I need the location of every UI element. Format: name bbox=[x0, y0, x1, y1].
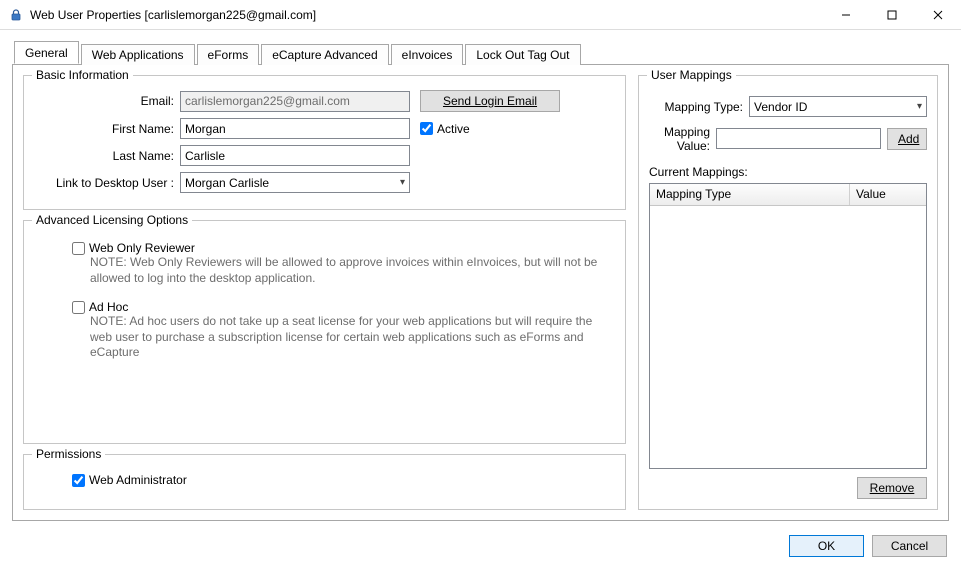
col-mapping-type[interactable]: Mapping Type bbox=[650, 184, 850, 205]
remove-mapping-label: Remove bbox=[870, 481, 915, 495]
active-checkbox-input[interactable] bbox=[420, 122, 433, 135]
legend-advanced-licensing: Advanced Licensing Options bbox=[32, 213, 192, 227]
web-administrator-input[interactable] bbox=[72, 474, 85, 487]
active-checkbox[interactable]: Active bbox=[420, 122, 566, 136]
tab-eforms[interactable]: eForms bbox=[197, 44, 260, 65]
adhoc-note: NOTE: Ad hoc users do not take up a seat… bbox=[90, 314, 609, 361]
mapping-value-label: Mapping Value: bbox=[649, 125, 716, 153]
mapping-type-value: Vendor ID bbox=[754, 100, 807, 114]
tab-lockout-tagout[interactable]: Lock Out Tag Out bbox=[465, 44, 580, 65]
email-label: Email: bbox=[34, 94, 180, 108]
adhoc-checkbox[interactable]: Ad Hoc bbox=[72, 300, 609, 314]
active-label: Active bbox=[437, 122, 470, 136]
first-name-label: First Name: bbox=[34, 122, 180, 136]
send-login-email-label: Send Login Email bbox=[443, 94, 537, 108]
web-only-reviewer-input[interactable] bbox=[72, 242, 85, 255]
chevron-down-icon: ▾ bbox=[400, 177, 405, 188]
web-only-reviewer-checkbox[interactable]: Web Only Reviewer bbox=[72, 241, 609, 255]
last-name-label: Last Name: bbox=[34, 149, 180, 163]
tab-ecapture-advanced[interactable]: eCapture Advanced bbox=[261, 44, 388, 65]
group-permissions: Permissions Web Administrator bbox=[23, 454, 626, 510]
web-only-reviewer-label: Web Only Reviewer bbox=[89, 241, 195, 255]
minimize-button[interactable] bbox=[823, 0, 869, 29]
link-desktop-user-label: Link to Desktop User : bbox=[34, 176, 180, 190]
current-mappings-label: Current Mappings: bbox=[649, 165, 927, 179]
tab-web-applications[interactable]: Web Applications bbox=[81, 44, 195, 65]
left-column: Basic Information Email: Send Login Emai… bbox=[23, 75, 626, 510]
right-column: User Mappings Mapping Type: Vendor ID ▾ … bbox=[638, 75, 938, 510]
tab-einvoices[interactable]: eInvoices bbox=[391, 44, 464, 65]
adhoc-label: Ad Hoc bbox=[89, 300, 128, 314]
group-user-mappings: User Mappings Mapping Type: Vendor ID ▾ … bbox=[638, 75, 938, 510]
group-basic-information: Basic Information Email: Send Login Emai… bbox=[23, 75, 626, 210]
chevron-down-icon: ▾ bbox=[917, 101, 922, 112]
lock-icon bbox=[8, 7, 24, 23]
link-desktop-user-value: Morgan Carlisle bbox=[185, 176, 269, 190]
last-name-field[interactable] bbox=[180, 145, 410, 166]
window-title: Web User Properties [carlislemorgan225@g… bbox=[30, 8, 316, 22]
legend-permissions: Permissions bbox=[32, 447, 105, 461]
close-button[interactable] bbox=[915, 0, 961, 29]
tab-general[interactable]: General bbox=[14, 41, 79, 64]
legend-basic-information: Basic Information bbox=[32, 68, 133, 82]
web-only-reviewer-note: NOTE: Web Only Reviewers will be allowed… bbox=[90, 255, 609, 286]
legend-user-mappings: User Mappings bbox=[647, 68, 736, 82]
group-advanced-licensing: Advanced Licensing Options Web Only Revi… bbox=[23, 220, 626, 444]
tab-strip: General Web Applications eForms eCapture… bbox=[12, 42, 949, 64]
title-bar: Web User Properties [carlislemorgan225@g… bbox=[0, 0, 961, 30]
link-desktop-user-select[interactable]: Morgan Carlisle ▾ bbox=[180, 172, 410, 193]
mapping-type-select[interactable]: Vendor ID ▾ bbox=[749, 96, 927, 117]
col-value[interactable]: Value bbox=[850, 184, 926, 205]
tab-panel-general: Basic Information Email: Send Login Emai… bbox=[12, 64, 949, 521]
add-mapping-label: Add bbox=[898, 132, 919, 146]
web-administrator-label: Web Administrator bbox=[89, 473, 187, 487]
window-controls bbox=[823, 0, 961, 29]
table-header: Mapping Type Value bbox=[650, 184, 926, 206]
client-area: General Web Applications eForms eCapture… bbox=[0, 30, 961, 567]
web-administrator-checkbox[interactable]: Web Administrator bbox=[72, 473, 609, 487]
current-mappings-table[interactable]: Mapping Type Value bbox=[649, 183, 927, 469]
cancel-button[interactable]: Cancel bbox=[872, 535, 947, 557]
ok-button[interactable]: OK bbox=[789, 535, 864, 557]
add-mapping-button[interactable]: Add bbox=[887, 128, 927, 150]
first-name-field[interactable] bbox=[180, 118, 410, 139]
table-body bbox=[650, 206, 926, 468]
dialog-buttons: OK Cancel bbox=[789, 535, 947, 557]
send-login-email-button[interactable]: Send Login Email bbox=[420, 90, 560, 112]
adhoc-input[interactable] bbox=[72, 301, 85, 314]
remove-mapping-button[interactable]: Remove bbox=[857, 477, 927, 499]
mapping-type-label: Mapping Type: bbox=[649, 100, 749, 114]
mapping-value-field[interactable] bbox=[716, 128, 881, 149]
email-field bbox=[180, 91, 410, 112]
maximize-button[interactable] bbox=[869, 0, 915, 29]
